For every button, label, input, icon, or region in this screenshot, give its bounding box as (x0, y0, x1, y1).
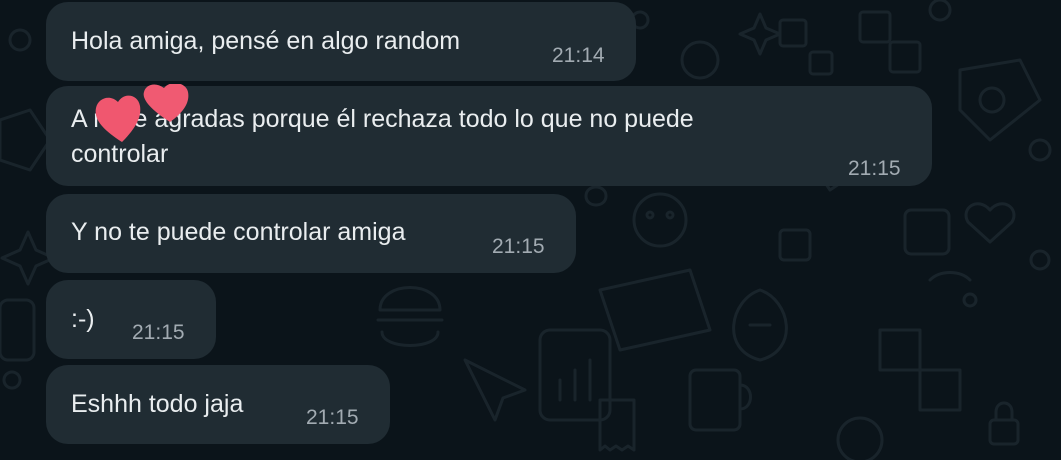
message-text: Hola amiga, pensé en algo random (71, 27, 461, 55)
message-text: :-) (71, 305, 95, 333)
message-bubble[interactable]: A no le agradas porque él rechaza todo l… (46, 86, 932, 186)
message-timestamp: 21:15 (492, 235, 545, 258)
message-list: Hola amiga, pensé en algo random 21:14 A… (0, 0, 1061, 460)
message-text: Y no te puede controlar amiga (71, 218, 406, 246)
message-text: Eshhh todo jaja (71, 390, 244, 418)
message-timestamp: 21:14 (552, 44, 605, 67)
message-timestamp: 21:15 (306, 406, 359, 429)
message-bubble[interactable]: Y no te puede controlar amiga 21:15 (46, 194, 576, 273)
message-timestamp: 21:15 (848, 157, 901, 180)
message-timestamp: 21:15 (132, 321, 185, 344)
message-text-line-1: A no le agradas porque él rechaza todo l… (71, 105, 694, 133)
message-text-line-2: controlar (71, 140, 169, 168)
message-bubble[interactable]: Hola amiga, pensé en algo random 21:14 (46, 2, 636, 81)
message-bubble[interactable]: :-) 21:15 (46, 280, 216, 359)
message-bubble[interactable]: Eshhh todo jaja 21:15 (46, 365, 390, 444)
